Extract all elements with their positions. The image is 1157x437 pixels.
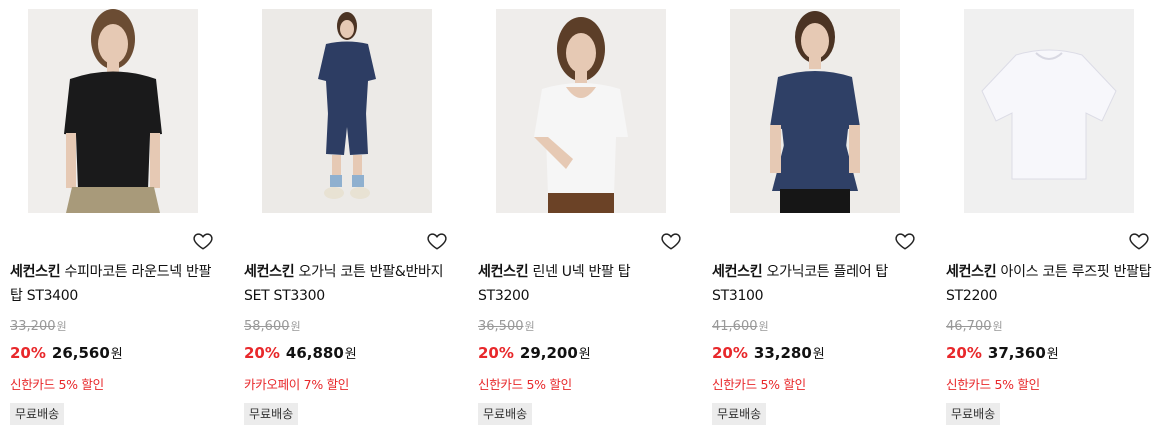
- card-promotion: 카카오페이 7% 할인: [244, 377, 349, 392]
- product-title[interactable]: 세컨스킨 오가닉코튼 플레어 탑 ST3100: [712, 260, 918, 308]
- sale-price: 20% 33,280원: [712, 344, 825, 362]
- free-shipping-badge: 무료배송: [712, 403, 767, 425]
- product-card[interactable]: 세컨스킨 오가닉 코튼 반팔&반바지 SET ST3300 58,600원 20…: [244, 0, 450, 425]
- card-promotion: 신한카드 5% 할인: [946, 377, 1040, 392]
- product-image[interactable]: [244, 9, 450, 213]
- price-value: 46,880: [285, 344, 344, 362]
- product-image[interactable]: [712, 9, 918, 213]
- price-value: 29,200: [519, 344, 578, 362]
- product-brand: 세컨스킨: [10, 264, 61, 280]
- sale-price: 20% 37,360원: [946, 344, 1059, 362]
- price-value: 37,360: [987, 344, 1046, 362]
- original-price: 58,600원: [244, 319, 301, 334]
- free-shipping-badge: 무료배송: [10, 403, 65, 425]
- free-shipping-badge: 무료배송: [946, 403, 1001, 425]
- original-price: 41,600원: [712, 319, 769, 334]
- product-image[interactable]: [10, 9, 216, 213]
- product-title[interactable]: 세컨스킨 오가닉 코튼 반팔&반바지 SET ST3300: [244, 260, 450, 308]
- product-title[interactable]: 세컨스킨 린넨 U넥 반팔 탑 ST3200: [478, 260, 684, 308]
- product-title[interactable]: 세컨스킨 수피마코튼 라운드넥 반팔탑 ST3400: [10, 260, 216, 308]
- free-shipping-badge: 무료배송: [244, 403, 299, 425]
- product-card[interactable]: 세컨스킨 오가닉코튼 플레어 탑 ST3100 41,600원 20% 33,28…: [712, 0, 918, 425]
- price-value: 26,560: [51, 344, 110, 362]
- wishlist-heart-icon[interactable]: [1128, 230, 1150, 252]
- product-card[interactable]: 세컨스킨 린넨 U넥 반팔 탑 ST3200 36,500원 20% 29,200…: [478, 0, 684, 425]
- wishlist-heart-icon[interactable]: [426, 230, 448, 252]
- discount-rate: 20%: [478, 344, 514, 362]
- sale-price: 20% 29,200원: [478, 344, 591, 362]
- product-brand: 세컨스킨: [946, 264, 997, 280]
- product-card[interactable]: 세컨스킨 수피마코튼 라운드넥 반팔탑 ST3400 33,200원 20% 26…: [10, 0, 216, 425]
- wishlist-heart-icon[interactable]: [660, 230, 682, 252]
- product-card[interactable]: 세컨스킨 아이스 코튼 루즈핏 반팔탑 ST2200 46,700원 20% 37…: [946, 0, 1152, 425]
- card-promotion: 신한카드 5% 할인: [10, 377, 104, 392]
- product-brand: 세컨스킨: [712, 264, 763, 280]
- original-price: 33,200원: [10, 319, 67, 334]
- discount-rate: 20%: [946, 344, 982, 362]
- wishlist-heart-icon[interactable]: [894, 230, 916, 252]
- product-image[interactable]: [478, 9, 684, 213]
- sale-price: 20% 46,880원: [244, 344, 357, 362]
- discount-rate: 20%: [712, 344, 748, 362]
- sale-price: 20% 26,560원: [10, 344, 123, 362]
- product-image[interactable]: [946, 9, 1152, 213]
- discount-rate: 20%: [244, 344, 280, 362]
- product-brand: 세컨스킨: [244, 264, 295, 280]
- price-value: 33,280: [753, 344, 812, 362]
- card-promotion: 신한카드 5% 할인: [478, 377, 572, 392]
- product-brand: 세컨스킨: [478, 264, 529, 280]
- original-price: 36,500원: [478, 319, 535, 334]
- original-price: 46,700원: [946, 319, 1003, 334]
- wishlist-heart-icon[interactable]: [192, 230, 214, 252]
- product-title[interactable]: 세컨스킨 아이스 코튼 루즈핏 반팔탑 ST2200: [946, 260, 1152, 308]
- product-grid: 세컨스킨 수피마코튼 라운드넥 반팔탑 ST3400 33,200원 20% 26…: [0, 0, 1157, 437]
- card-promotion: 신한카드 5% 할인: [712, 377, 806, 392]
- free-shipping-badge: 무료배송: [478, 403, 533, 425]
- discount-rate: 20%: [10, 344, 46, 362]
